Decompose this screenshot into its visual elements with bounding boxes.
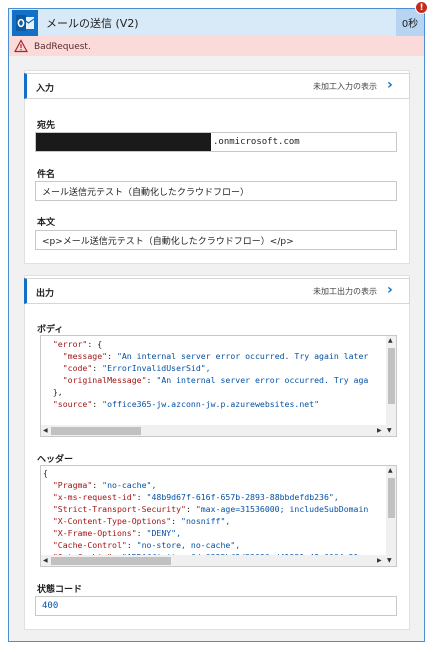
- show-raw-outputs-link[interactable]: 未加工出力の表示: [313, 286, 377, 297]
- code-key: "x-ms-request-id": [52, 492, 137, 502]
- scrollbar-thumb[interactable]: [51, 557, 171, 565]
- inputs-section-title: 入力: [36, 84, 55, 94]
- outputs-section-title: 出力: [36, 289, 55, 299]
- code-key: "originalMessage": [62, 375, 147, 385]
- code-key: "code": [62, 363, 93, 373]
- code-key: "message": [62, 351, 108, 361]
- horizontal-scrollbar[interactable]: ◀ ▶ ▼: [41, 555, 396, 566]
- code-value: "An internal server error occurred. Try …: [156, 375, 369, 385]
- code-value: "max-age=31536000; includeSubDomain: [195, 504, 369, 514]
- to-field: .onmicrosoft.com: [35, 132, 397, 152]
- code-value: "ErrorInvalidUserSid",: [102, 363, 211, 373]
- body-field: <p>メール送信元テスト（自動化したクラウドフロー）</p>: [35, 230, 397, 250]
- subject-label: 件名: [37, 170, 56, 180]
- error-message: BadRequest.: [34, 42, 91, 52]
- scrollbar-thumb[interactable]: [51, 427, 141, 435]
- code-value: "office365-jw.azconn-jw.p.azurewebsites.…: [102, 399, 320, 409]
- action-title: メールの送信 (V2): [46, 17, 139, 30]
- outlook-icon: [12, 10, 38, 36]
- code-value: : {: [87, 339, 103, 349]
- code-key: "Strict-Transport-Security": [52, 504, 186, 514]
- horizontal-scrollbar[interactable]: ◀ ▶ ▼: [41, 425, 396, 436]
- code-value: },: [52, 387, 63, 397]
- code-key: "X-Frame-Options": [52, 528, 137, 538]
- code-key: "X-Content-Type-Options": [52, 516, 172, 526]
- code-key: "Cache-Control": [52, 540, 127, 550]
- body-label: 本文: [37, 218, 56, 228]
- code-value: "48b9d67f-616f-657b-2893-88bbdefdb236",: [146, 492, 339, 502]
- warning-icon: [14, 39, 28, 53]
- vertical-scrollbar[interactable]: ▲: [386, 336, 396, 426]
- status-code-field: 400: [35, 596, 397, 616]
- output-body-codebox[interactable]: "error": { "message": "An internal serve…: [40, 335, 397, 437]
- error-badge-icon: !: [415, 1, 428, 14]
- code-key: "Pragma": [52, 480, 93, 490]
- code-value: "nosniff",: [181, 516, 231, 526]
- code-key: "error": [52, 339, 88, 349]
- scrollbar-thumb[interactable]: [388, 348, 395, 404]
- show-raw-inputs-link[interactable]: 未加工入力の表示: [313, 81, 377, 92]
- subject-field: メール送信元テスト（自動化したクラウドフロー）: [35, 181, 397, 201]
- output-headers-codebox[interactable]: { "Pragma": "no-cache", "x-ms-request-id…: [40, 465, 397, 567]
- code-key: "source": [52, 399, 93, 409]
- status-code-label: 状態コード: [37, 585, 83, 595]
- to-label: 宛先: [37, 121, 56, 131]
- scrollbar-thumb[interactable]: [388, 478, 395, 518]
- output-body-label: ボディ: [37, 325, 64, 335]
- chevron-right-icon[interactable]: ›: [387, 282, 393, 298]
- code-value: "An internal server error occurred. Try …: [116, 351, 369, 361]
- code-value: "DENY",: [146, 528, 182, 538]
- to-value: .onmicrosoft.com: [213, 137, 300, 147]
- code-value: "no-cache",: [102, 480, 157, 490]
- chevron-right-icon[interactable]: ›: [387, 77, 393, 93]
- redacted-block: [36, 133, 211, 151]
- vertical-scrollbar[interactable]: ▲: [386, 466, 396, 556]
- outputs-panel: [24, 275, 410, 630]
- code-value: "no-store, no-cache",: [136, 540, 241, 550]
- output-headers-label: ヘッダー: [37, 455, 74, 465]
